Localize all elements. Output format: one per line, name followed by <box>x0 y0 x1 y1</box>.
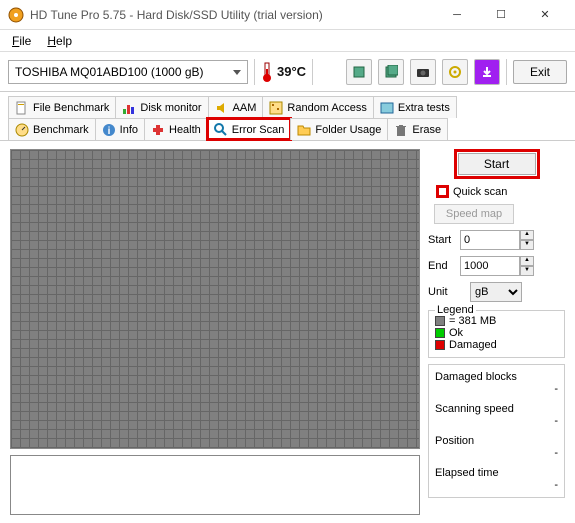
info-icon: i <box>102 123 116 137</box>
tab-error-scan[interactable]: Error Scan <box>207 118 292 140</box>
maximize-button[interactable]: ☐ <box>479 1 523 29</box>
end-down[interactable]: ▼ <box>520 266 534 276</box>
menu-file[interactable]: File <box>6 32 37 50</box>
log-area <box>10 455 420 515</box>
tab-disk-monitor[interactable]: Disk monitor <box>115 96 208 118</box>
magnifier-icon <box>214 123 228 137</box>
exit-button[interactable]: Exit <box>513 60 567 84</box>
options-button[interactable] <box>442 59 468 85</box>
unit-label: Unit <box>428 286 468 298</box>
legend-block-icon <box>435 316 445 326</box>
quick-scan-checkbox[interactable] <box>436 185 449 198</box>
camera-icon <box>416 65 430 79</box>
app-icon <box>8 7 24 23</box>
legend-damaged-icon <box>435 340 445 350</box>
copy-screenshot-button[interactable] <box>378 59 404 85</box>
tab-folder-usage[interactable]: Folder Usage <box>290 118 388 140</box>
window-title: HD Tune Pro 5.75 - Hard Disk/SSD Utility… <box>30 8 435 22</box>
trash-icon <box>394 123 408 137</box>
screenshot-button[interactable] <box>410 59 436 85</box>
download-icon <box>481 66 493 78</box>
status-box: Damaged blocks- Scanning speed- Position… <box>428 364 565 498</box>
menu-help[interactable]: Help <box>41 32 78 50</box>
gauge-icon <box>15 123 29 137</box>
end-up[interactable]: ▲ <box>520 256 534 266</box>
chart-icon <box>122 101 136 115</box>
thermometer-icon <box>261 61 273 83</box>
tab-random-access[interactable]: Random Access <box>262 96 373 118</box>
minimize-button[interactable]: ─ <box>435 1 479 29</box>
legend-ok-icon <box>435 328 445 338</box>
tab-aam[interactable]: AAM <box>208 96 264 118</box>
close-button[interactable]: ✕ <box>523 1 567 29</box>
gear-icon <box>448 65 462 79</box>
tab-health[interactable]: Health <box>144 118 208 140</box>
drive-select[interactable]: TOSHIBA MQ01ABD100 (1000 gB) <box>8 60 248 84</box>
start-up[interactable]: ▲ <box>520 230 534 240</box>
quick-scan-label: Quick scan <box>453 186 507 198</box>
tab-info[interactable]: iInfo <box>95 118 145 140</box>
copy-info-button[interactable] <box>346 59 372 85</box>
temperature-display: 39°C <box>261 61 306 83</box>
unit-select[interactable]: gB <box>470 282 522 302</box>
start-down[interactable]: ▼ <box>520 240 534 250</box>
tab-benchmark[interactable]: Benchmark <box>8 118 96 140</box>
speaker-icon <box>215 101 229 115</box>
clipboard-icon <box>352 65 366 79</box>
health-icon <box>151 123 165 137</box>
speed-map-button: Speed map <box>434 204 514 224</box>
tab-extra-tests[interactable]: Extra tests <box>373 96 457 118</box>
separator <box>254 59 255 85</box>
start-input[interactable] <box>460 230 520 250</box>
separator <box>312 59 313 85</box>
tab-erase[interactable]: Erase <box>387 118 448 140</box>
save-button[interactable] <box>474 59 500 85</box>
svg-text:i: i <box>107 126 110 137</box>
random-icon <box>269 101 283 115</box>
end-label: End <box>428 260 458 272</box>
legend-box: Legend = 381 MB Ok Damaged <box>428 310 565 358</box>
start-label: Start <box>428 234 458 246</box>
end-input[interactable] <box>460 256 520 276</box>
document-icon <box>384 65 398 79</box>
tests-icon <box>380 101 394 115</box>
separator <box>506 59 507 85</box>
file-icon <box>15 101 29 115</box>
scan-grid <box>10 149 420 449</box>
tab-file-benchmark[interactable]: File Benchmark <box>8 96 116 118</box>
folder-icon <box>297 123 311 137</box>
start-button[interactable]: Start <box>458 153 536 175</box>
